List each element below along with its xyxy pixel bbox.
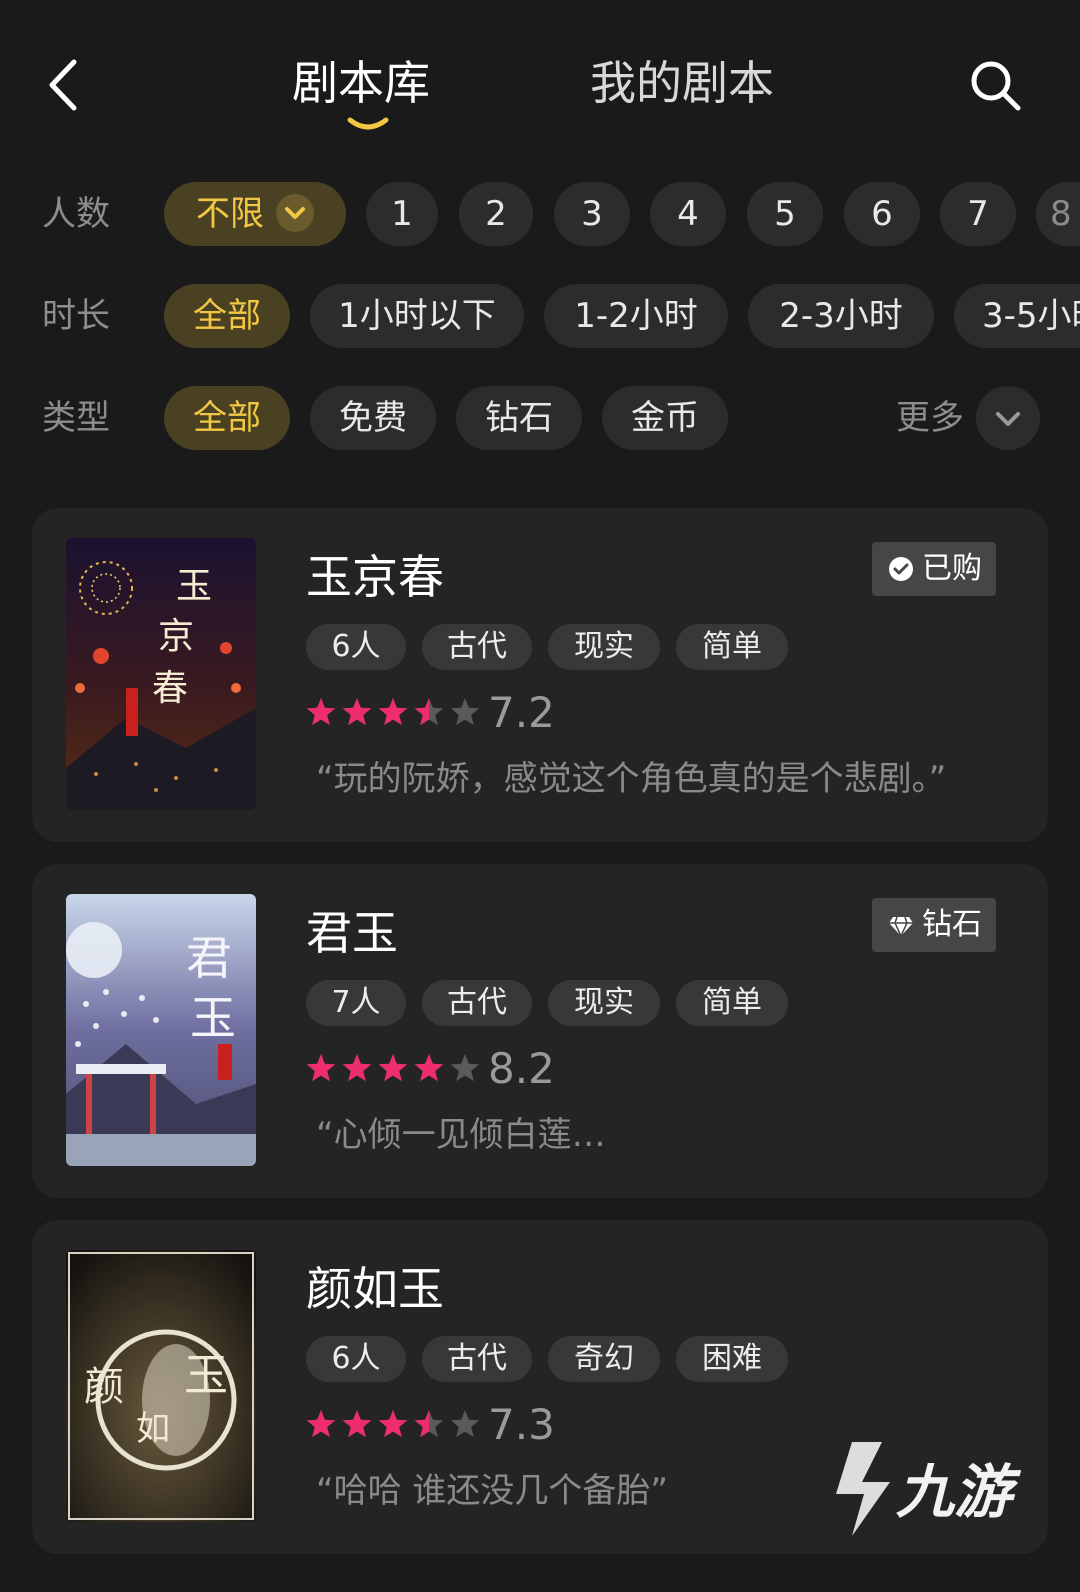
badge-label: 已购 — [922, 551, 982, 586]
more-filters-label[interactable]: 更多 — [896, 386, 964, 450]
more-filters-button[interactable] — [976, 386, 1040, 450]
star-rating-icon — [306, 698, 480, 726]
diamond-icon — [889, 916, 913, 938]
type-option-free[interactable]: 免费 — [310, 386, 436, 450]
type-option-diamond[interactable]: 钻石 — [456, 386, 582, 450]
review-quote: “哈哈 谁还没几个备胎” — [316, 1471, 669, 1511]
star-icon — [378, 1054, 408, 1082]
script-title[interactable]: 君玉 — [306, 898, 398, 968]
review-quote: “心倾一见倾白莲… — [316, 1115, 606, 1155]
star-icon — [342, 698, 372, 726]
tag-players: 7人 — [306, 980, 406, 1026]
star-icon — [414, 1054, 444, 1082]
tag-era: 古代 — [422, 980, 532, 1026]
svg-text:玉: 玉 — [190, 991, 236, 1045]
type-option-coin[interactable]: 金币 — [602, 386, 728, 450]
tab-script-library[interactable]: 剧本库 — [292, 48, 430, 118]
duration-option-2-3h[interactable]: 2-3小时 — [748, 284, 934, 348]
tab-my-scripts[interactable]: 我的剧本 — [590, 48, 774, 118]
star-icon — [306, 1054, 336, 1082]
svg-text:春: 春 — [152, 668, 188, 709]
filter-people-label: 人数 — [42, 194, 110, 234]
check-circle-icon — [889, 557, 913, 581]
people-option-4[interactable]: 4 — [650, 182, 726, 246]
star-icon — [342, 1054, 372, 1082]
script-title[interactable]: 颜如玉 — [306, 1254, 444, 1324]
tag-genre: 奇幻 — [548, 1336, 660, 1382]
type-option-all[interactable]: 全部 — [164, 386, 290, 450]
purchased-badge: 已购 — [872, 542, 996, 596]
chevron-down-icon — [996, 412, 1020, 426]
duration-option-1-2h[interactable]: 1-2小时 — [544, 284, 728, 348]
svg-text:如: 如 — [136, 1409, 170, 1449]
people-option-label: 不限 — [196, 194, 264, 234]
people-option-2[interactable]: 2 — [459, 182, 533, 246]
svg-text:颜: 颜 — [84, 1364, 124, 1410]
script-cover-image[interactable]: 君 玉 — [66, 894, 256, 1166]
star-rating-icon — [306, 1054, 480, 1082]
people-option-3[interactable]: 3 — [554, 182, 630, 246]
tag-era: 古代 — [422, 1336, 532, 1382]
star-icon — [378, 698, 408, 726]
search-icon[interactable] — [966, 56, 1026, 116]
filter-people-row: 人数 不限 1 2 3 4 5 6 7 8 — [0, 182, 1080, 246]
svg-text:京: 京 — [158, 616, 194, 657]
chevron-down-icon — [276, 193, 314, 232]
back-arrow-icon[interactable] — [40, 50, 90, 120]
people-option-8[interactable]: 8 — [1036, 182, 1080, 246]
script-card[interactable]: 君 玉 君玉 钻石 7人 古代 现实 简单 8.2 “心倾一见倾白莲… — [32, 864, 1048, 1198]
star-icon — [306, 1410, 336, 1438]
star-icon — [450, 1054, 480, 1082]
duration-option-under-1h[interactable]: 1小时以下 — [310, 284, 524, 348]
people-option-unlimited[interactable]: 不限 — [164, 182, 346, 246]
tag-era: 古代 — [422, 624, 532, 670]
filter-duration-row: 时长 全部 1小时以下 1-2小时 2-3小时 3-5小时 — [0, 284, 1080, 348]
star-rating-icon — [306, 1410, 480, 1438]
script-cover-image[interactable]: 玉 京 春 — [66, 538, 256, 810]
tag-difficulty: 困难 — [676, 1336, 788, 1382]
tag-genre: 现实 — [548, 624, 660, 670]
people-option-7[interactable]: 7 — [940, 182, 1016, 246]
top-navigation: 剧本库 我的剧本 — [0, 0, 1080, 150]
review-quote: “玩的阮娇，感觉这个角色真的是个悲剧。” — [316, 759, 947, 799]
star-icon — [414, 1410, 444, 1438]
filter-duration-label: 时长 — [42, 296, 110, 336]
svg-text:君: 君 — [186, 931, 232, 985]
cover-title-char: 玉 — [176, 566, 212, 607]
tag-genre: 现实 — [548, 980, 660, 1026]
tag-difficulty: 简单 — [676, 624, 788, 670]
filter-type-label: 类型 — [42, 398, 110, 438]
rating-score: 8.2 — [488, 1044, 555, 1093]
star-icon — [450, 698, 480, 726]
tag-difficulty: 简单 — [676, 980, 788, 1026]
rating-score: 7.3 — [488, 1400, 555, 1449]
active-tab-indicator — [347, 117, 389, 130]
rating-score: 7.2 — [488, 688, 555, 737]
filter-type-row: 类型 全部 免费 钻石 金币 更多 — [0, 386, 1080, 450]
duration-option-all[interactable]: 全部 — [164, 284, 290, 348]
script-cover-image[interactable]: 颜 如 玉 — [66, 1250, 256, 1522]
tag-players: 6人 — [306, 624, 406, 670]
script-title[interactable]: 玉京春 — [306, 542, 444, 612]
watermark-logo: 九游 — [836, 1442, 1022, 1536]
star-icon — [414, 698, 444, 726]
badge-label: 钻石 — [922, 907, 982, 942]
star-icon — [306, 698, 336, 726]
watermark-text: 九游 — [896, 1458, 1022, 1526]
star-icon — [450, 1410, 480, 1438]
people-option-1[interactable]: 1 — [366, 182, 438, 246]
svg-text:玉: 玉 — [184, 1350, 228, 1401]
diamond-badge: 钻石 — [872, 898, 996, 952]
star-icon — [342, 1410, 372, 1438]
duration-option-3-5h[interactable]: 3-5小时 — [954, 284, 1080, 348]
tag-players: 6人 — [306, 1336, 406, 1382]
star-icon — [378, 1410, 408, 1438]
watermark-bolt-icon — [836, 1442, 890, 1536]
script-card[interactable]: 玉 京 春 玉京春 已购 6人 古代 现实 简单 7.2 “玩的阮娇，感觉这个角… — [32, 508, 1048, 842]
people-option-5[interactable]: 5 — [747, 182, 823, 246]
people-option-6[interactable]: 6 — [844, 182, 920, 246]
